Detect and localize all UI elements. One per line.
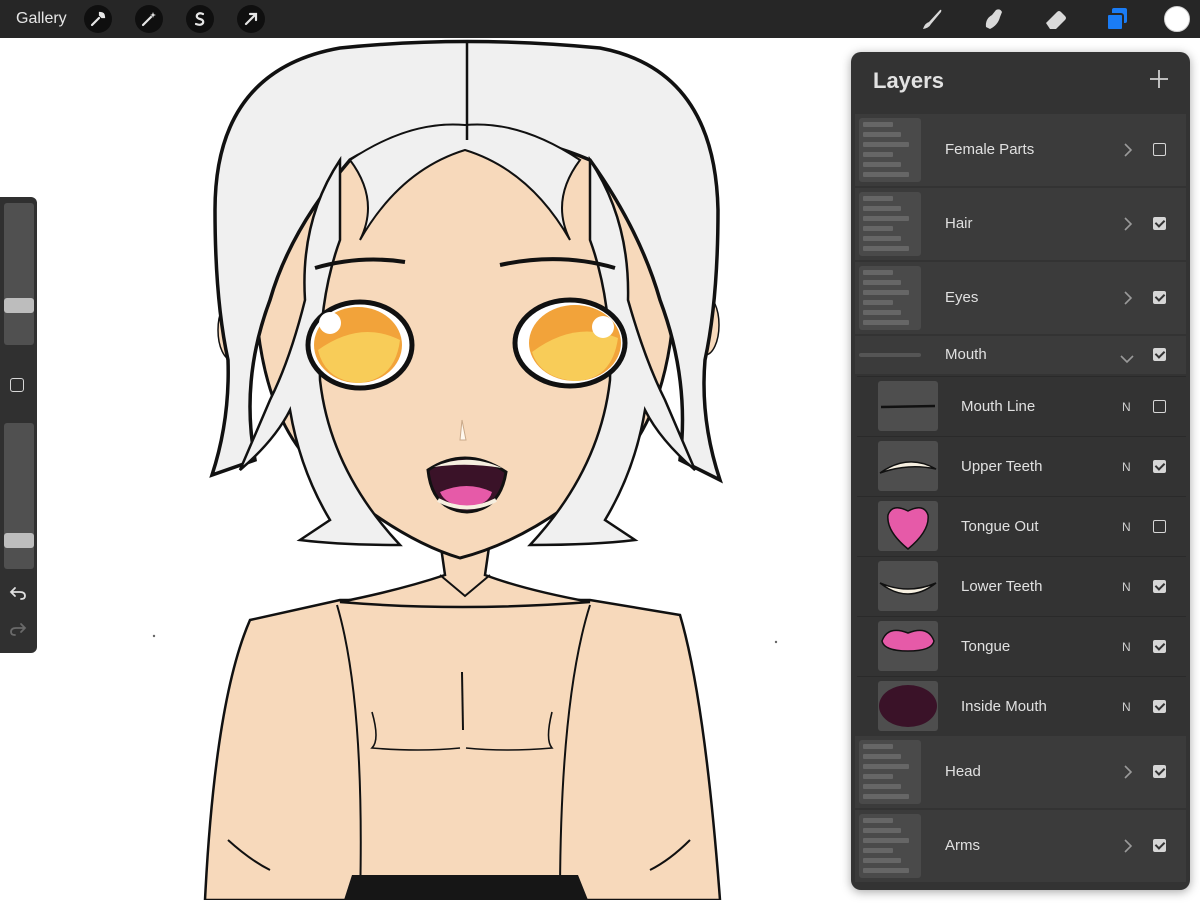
wrench-icon[interactable] xyxy=(84,5,112,33)
blend-mode-label[interactable]: N xyxy=(1122,400,1131,414)
layer-thumbnail xyxy=(859,118,921,182)
layer-thumbnail xyxy=(878,441,938,491)
color-swatch[interactable] xyxy=(1164,6,1190,32)
layers-title: Layers xyxy=(873,68,944,93)
visibility-checkbox[interactable] xyxy=(1153,460,1166,473)
layer-name: Hair xyxy=(945,215,973,232)
layer-row[interactable]: Mouth Line N xyxy=(857,376,1186,437)
layer-name: Arms xyxy=(945,837,980,854)
visibility-checkbox[interactable] xyxy=(1153,348,1166,361)
layer-name: Tongue xyxy=(961,638,1011,655)
layer-thumbnail xyxy=(859,353,921,357)
layer-row[interactable]: Hair xyxy=(855,188,1186,260)
layer-thumbnail xyxy=(859,266,921,330)
brush-opacity-thumb[interactable] xyxy=(4,533,34,549)
visibility-checkbox[interactable] xyxy=(1153,143,1166,156)
chevron-right-icon[interactable] xyxy=(1123,291,1133,305)
visibility-checkbox[interactable] xyxy=(1153,520,1166,533)
add-layer-icon[interactable] xyxy=(1148,68,1170,90)
layers-icon[interactable] xyxy=(1103,5,1131,33)
layer-name: Mouth xyxy=(945,346,987,363)
layer-name: Eyes xyxy=(945,289,979,306)
layer-row[interactable]: Female Parts xyxy=(855,114,1186,186)
layer-row[interactable]: Upper Teeth N xyxy=(857,436,1186,497)
visibility-checkbox[interactable] xyxy=(1153,400,1166,413)
chevron-right-icon[interactable] xyxy=(1123,839,1133,853)
visibility-checkbox[interactable] xyxy=(1153,640,1166,653)
layer-name: Inside Mouth xyxy=(961,698,1047,715)
blend-mode-label[interactable]: N xyxy=(1122,460,1131,474)
layer-thumbnail xyxy=(859,814,921,878)
layer-row[interactable]: Head xyxy=(855,736,1186,808)
layer-name: Mouth Line xyxy=(961,398,1036,415)
arrow-transform-icon[interactable] xyxy=(237,5,265,33)
chevron-right-icon[interactable] xyxy=(1123,765,1133,779)
smudge-icon[interactable] xyxy=(980,5,1008,33)
brush-size-slider[interactable] xyxy=(4,203,34,345)
layer-thumbnail xyxy=(878,381,938,431)
layer-row[interactable]: Arms xyxy=(855,810,1186,882)
layer-row[interactable]: Tongue Out N xyxy=(857,496,1186,557)
blend-mode-label[interactable]: N xyxy=(1122,580,1131,594)
layer-row[interactable]: Mouth xyxy=(855,336,1186,374)
layer-thumbnail xyxy=(878,501,938,551)
blend-mode-label[interactable]: N xyxy=(1122,640,1131,654)
layer-name: Head xyxy=(945,763,981,780)
layers-panel: Layers Female Parts Hair Eyes Mouth Mouth Li… xyxy=(851,52,1190,890)
layer-row[interactable]: Lower Teeth N xyxy=(857,556,1186,617)
eraser-icon[interactable] xyxy=(1042,5,1070,33)
layer-name: Lower Teeth xyxy=(961,578,1043,595)
layer-name: Female Parts xyxy=(945,141,1035,158)
chevron-down-icon[interactable] xyxy=(1119,351,1135,364)
chevron-right-icon[interactable] xyxy=(1123,217,1133,231)
layer-name: Upper Teeth xyxy=(961,458,1043,475)
layer-row[interactable]: Tongue N xyxy=(857,616,1186,677)
redo-icon[interactable] xyxy=(9,621,27,637)
layer-row[interactable]: Eyes xyxy=(855,262,1186,334)
gallery-button[interactable]: Gallery xyxy=(16,0,67,38)
brush-size-thumb[interactable] xyxy=(4,298,34,314)
visibility-checkbox[interactable] xyxy=(1153,765,1166,778)
layer-thumbnail xyxy=(878,561,938,611)
visibility-checkbox[interactable] xyxy=(1153,580,1166,593)
chevron-right-icon[interactable] xyxy=(1123,143,1133,157)
blend-mode-label[interactable]: N xyxy=(1122,520,1131,534)
square-icon[interactable] xyxy=(10,378,24,392)
layer-row[interactable]: Inside Mouth N xyxy=(857,676,1186,737)
visibility-checkbox[interactable] xyxy=(1153,839,1166,852)
visibility-checkbox[interactable] xyxy=(1153,700,1166,713)
layer-name: Tongue Out xyxy=(961,518,1039,535)
visibility-checkbox[interactable] xyxy=(1153,217,1166,230)
layer-thumbnail xyxy=(859,192,921,256)
layer-thumbnail xyxy=(878,681,938,731)
blend-mode-label[interactable]: N xyxy=(1122,700,1131,714)
undo-icon[interactable] xyxy=(9,585,27,601)
brush-icon[interactable] xyxy=(918,5,946,33)
brush-opacity-slider[interactable] xyxy=(4,423,34,569)
layer-thumbnail xyxy=(859,740,921,804)
selection-s-icon[interactable] xyxy=(186,5,214,33)
magic-wand-icon[interactable] xyxy=(135,5,163,33)
left-sidebar xyxy=(0,197,37,653)
visibility-checkbox[interactable] xyxy=(1153,291,1166,304)
layer-thumbnail xyxy=(878,621,938,671)
top-toolbar: Gallery xyxy=(0,0,1200,38)
